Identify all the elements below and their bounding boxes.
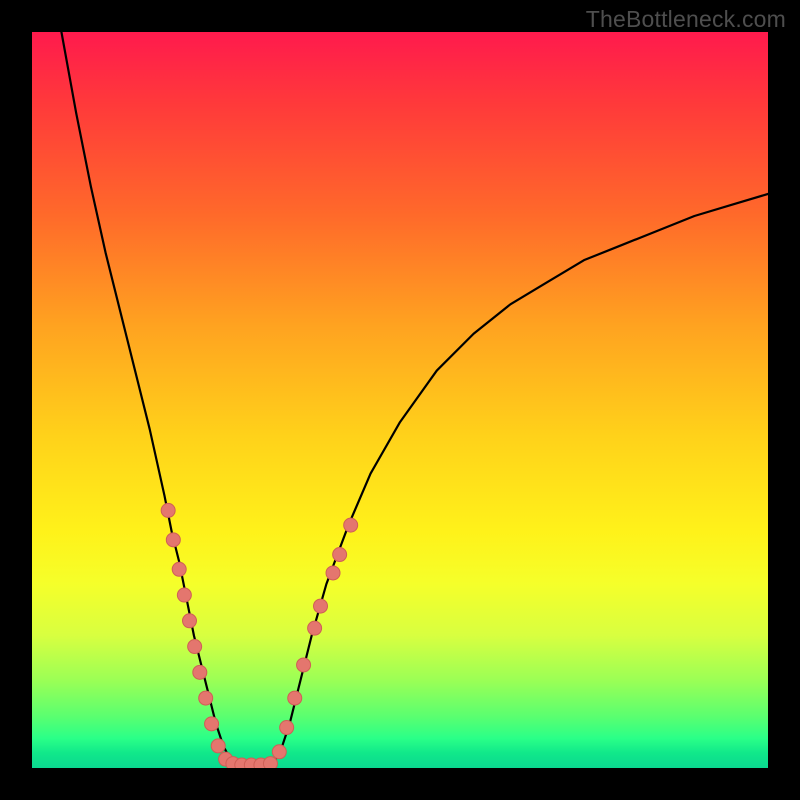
- data-dot: [177, 588, 191, 602]
- outer-frame: TheBottleneck.com: [0, 0, 800, 800]
- data-dot: [161, 503, 175, 517]
- data-dot: [344, 518, 358, 532]
- dot-cluster-right: [272, 518, 357, 759]
- data-dot: [308, 621, 322, 635]
- data-dot: [263, 757, 277, 768]
- data-dot: [193, 665, 207, 679]
- data-dot: [199, 691, 213, 705]
- data-dot: [272, 745, 286, 759]
- curve-left-branch: [61, 32, 230, 761]
- data-dot: [183, 614, 197, 628]
- dot-cluster-left: [161, 503, 232, 766]
- watermark-text: TheBottleneck.com: [586, 6, 786, 33]
- data-dot: [297, 658, 311, 672]
- data-dot: [280, 721, 294, 735]
- plot-area: [32, 32, 768, 768]
- data-dot: [188, 640, 202, 654]
- chart-svg: [32, 32, 768, 768]
- curve-right-branch: [275, 194, 768, 761]
- data-dot: [172, 562, 186, 576]
- dot-cluster-bottom: [226, 757, 278, 768]
- data-dot: [166, 533, 180, 547]
- data-dot: [205, 717, 219, 731]
- data-dot: [314, 599, 328, 613]
- data-dot: [211, 739, 225, 753]
- data-dot: [333, 548, 347, 562]
- data-dot: [288, 691, 302, 705]
- data-dot: [326, 566, 340, 580]
